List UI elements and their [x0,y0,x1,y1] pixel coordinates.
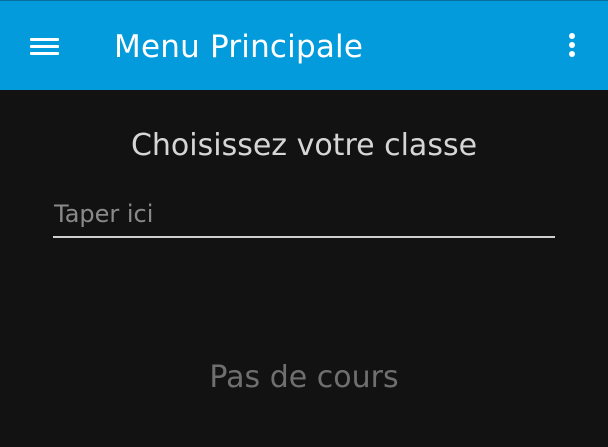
class-search-input[interactable] [53,194,556,234]
class-search-field [53,194,556,238]
more-vertical-icon[interactable] [558,29,588,63]
toolbar-title: Menu Principale [114,29,364,65]
overflow-dot [569,42,575,48]
app-toolbar: Menu Principale [0,0,608,90]
hamburger-menu-icon[interactable] [28,31,62,59]
menu-bar-line [30,38,59,41]
app-screen: Menu Principale Choisissez votre classe … [0,0,608,447]
empty-state-message: Pas de cours [209,360,399,395]
class-select-heading: Choisissez votre classe [130,128,478,163]
menu-bar-line [30,45,59,48]
overflow-dot [569,51,575,57]
overflow-dot [569,33,575,39]
menu-bar-line [30,52,59,55]
